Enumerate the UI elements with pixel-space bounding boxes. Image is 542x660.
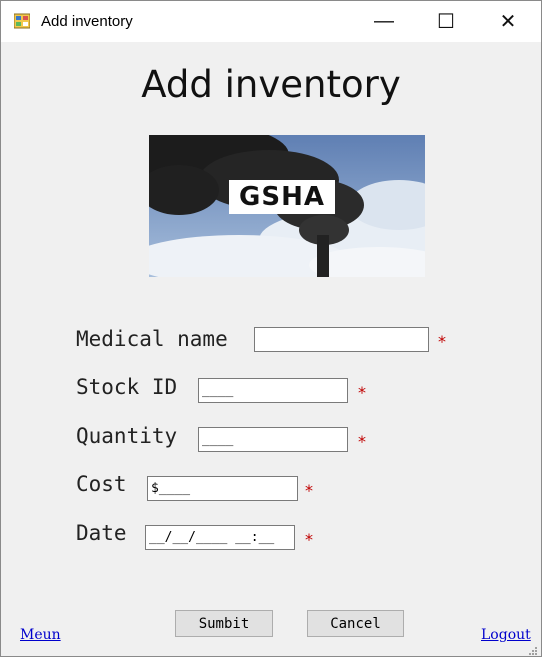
medical-name-input[interactable] [254, 327, 429, 352]
close-icon[interactable]: ✕ [485, 1, 531, 42]
resize-grip-icon[interactable] [527, 642, 537, 655]
window-title: Add inventory [41, 13, 133, 30]
date-label: Date [76, 521, 127, 545]
cost-required-mark: * [305, 481, 313, 500]
date-input[interactable]: __/__/____ __:__ [145, 525, 295, 550]
date-required-mark: * [305, 530, 313, 549]
maximize-icon[interactable]: ☐ [423, 1, 469, 42]
banner-image: GSHA [149, 135, 425, 277]
stock-id-input[interactable]: ____ [198, 378, 348, 403]
menu-link[interactable]: Meun [20, 627, 61, 643]
minimize-icon[interactable]: — [361, 1, 407, 42]
logout-link[interactable]: Logout [481, 627, 531, 643]
stock-id-label: Stock ID [76, 375, 178, 399]
app-icon [13, 13, 31, 29]
medical-name-required-mark: * [438, 332, 446, 351]
banner-logo: GSHA [229, 180, 335, 214]
quantity-required-mark: * [358, 432, 366, 451]
submit-button[interactable]: Sumbit [175, 610, 273, 637]
cancel-button[interactable]: Cancel [307, 610, 404, 637]
medical-name-label: Medical name [76, 327, 228, 351]
cost-input[interactable]: $____ [147, 476, 298, 501]
stock-id-required-mark: * [358, 383, 366, 402]
cost-label: Cost [76, 472, 127, 496]
page-title: Add inventory [141, 63, 401, 106]
title-bar[interactable]: Add inventory — ☐ ✕ [1, 1, 541, 42]
quantity-input[interactable]: ____ [198, 427, 348, 452]
add-inventory-window: Add inventory — ☐ ✕ Add inventory GSHA M… [0, 0, 542, 657]
quantity-label: Quantity [76, 424, 178, 448]
